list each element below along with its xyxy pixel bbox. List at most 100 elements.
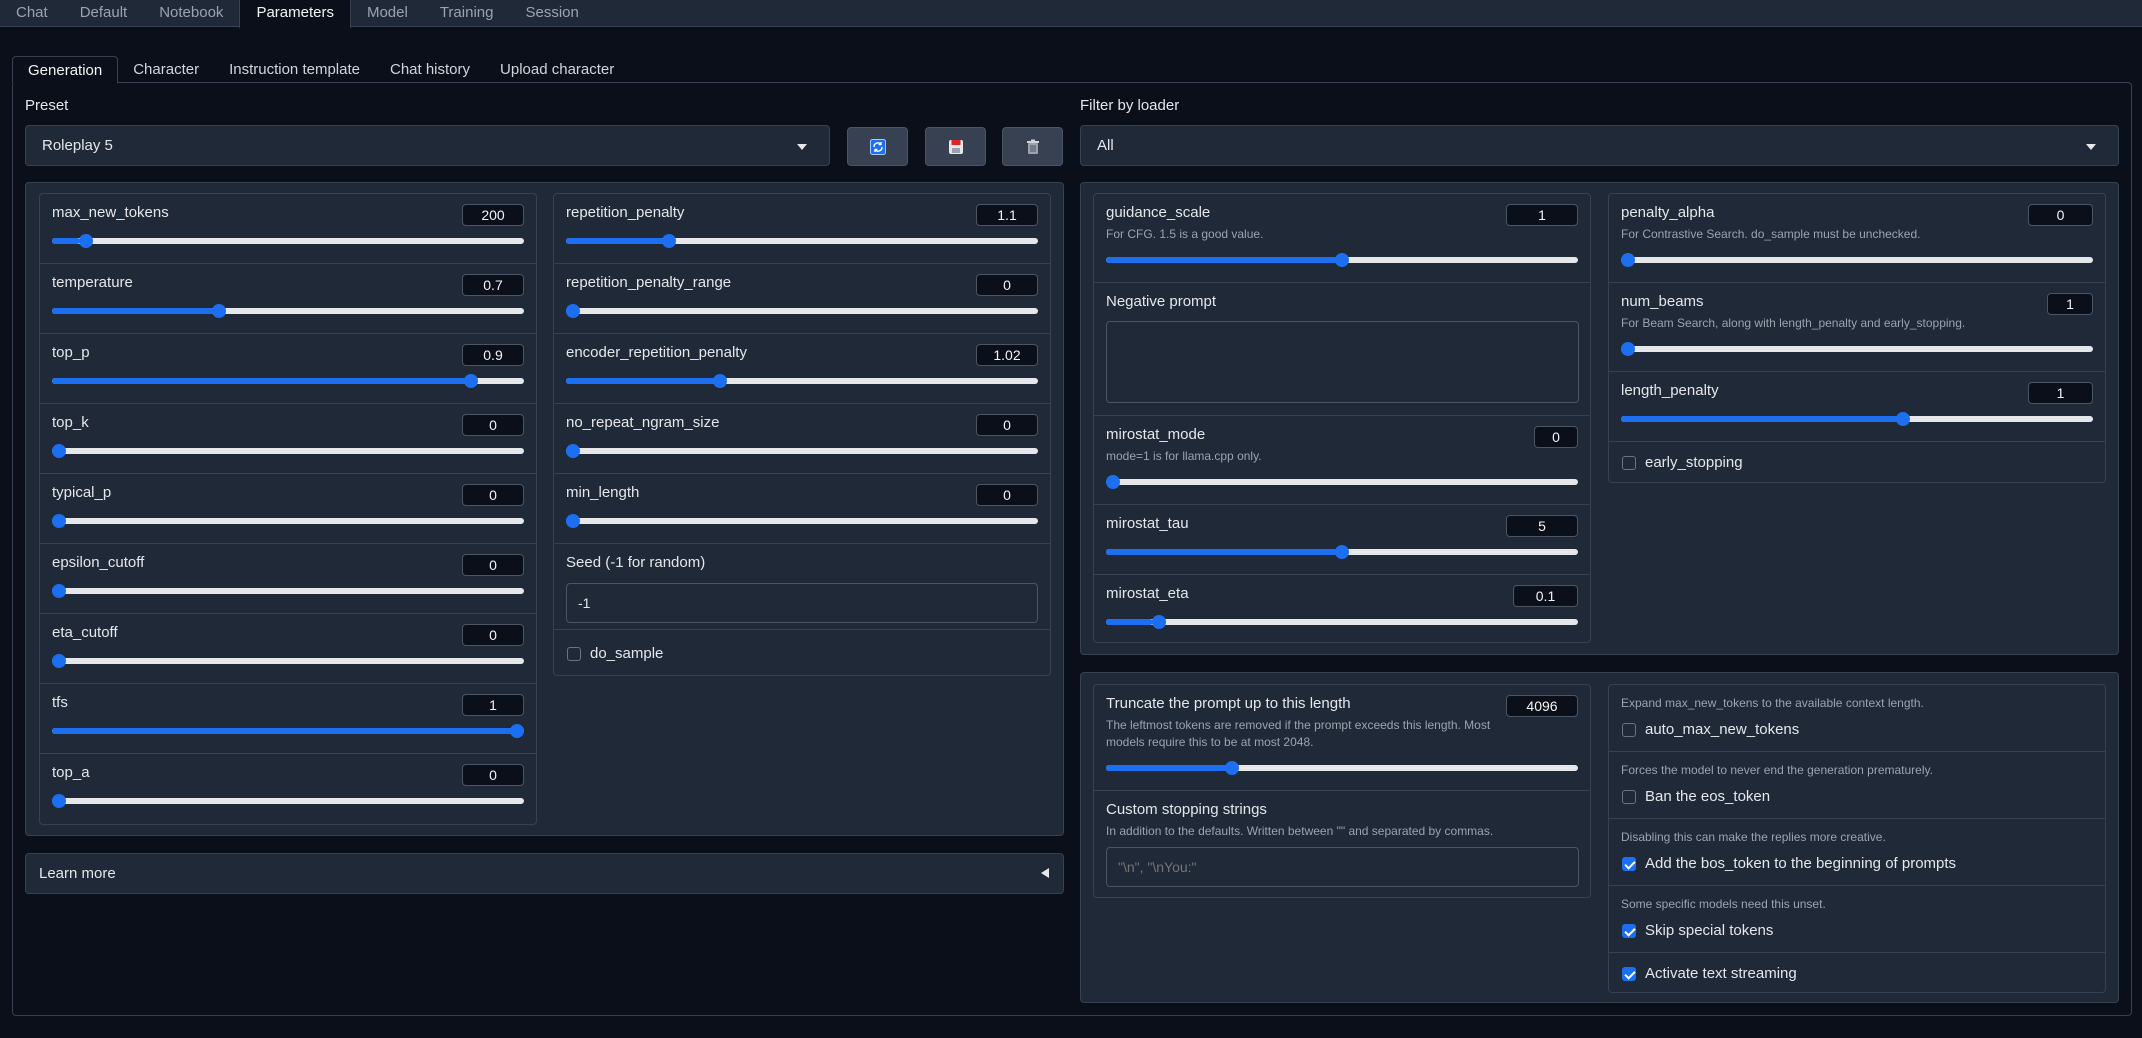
save-preset-button[interactable]	[925, 127, 986, 166]
skip-special-tokens-checkbox[interactable]	[1622, 924, 1636, 938]
learn-more-accordion[interactable]: Learn more	[25, 853, 1064, 894]
typical-p-slider[interactable]	[52, 514, 524, 528]
tab-chat-history[interactable]: Chat history	[375, 56, 485, 83]
tab-instruction-template[interactable]: Instruction template	[214, 56, 375, 83]
epsilon-cutoff-slider[interactable]	[52, 584, 524, 598]
tab-chat[interactable]: Chat	[0, 0, 64, 27]
top-k-input[interactable]: 0	[462, 414, 524, 436]
min-length-row: min_length 0	[554, 474, 1050, 544]
length-penalty-input[interactable]: 1	[2028, 382, 2093, 404]
mirostat-eta-slider[interactable]	[1106, 615, 1578, 629]
tab-upload-character[interactable]: Upload character	[485, 56, 629, 83]
chevron-down-icon	[797, 144, 807, 150]
auto-max-new-tokens-checkbox[interactable]	[1622, 723, 1636, 737]
top-a-input[interactable]: 0	[462, 764, 524, 786]
no-repeat-ngram-size-slider[interactable]	[566, 444, 1038, 458]
eta-cutoff-row: eta_cutoff 0	[40, 614, 536, 684]
mirostat-tau-slider[interactable]	[1106, 545, 1578, 559]
temperature-row: temperature 0.7	[40, 264, 536, 334]
top-p-slider[interactable]	[52, 374, 524, 388]
mirostat-tau-input[interactable]: 5	[1506, 515, 1578, 537]
eta-cutoff-input[interactable]: 0	[462, 624, 524, 646]
temperature-input[interactable]: 0.7	[462, 274, 524, 296]
no-repeat-ngram-size-input[interactable]: 0	[976, 414, 1038, 436]
typical-p-input[interactable]: 0	[462, 484, 524, 506]
guidance-scale-info: For CFG. 1.5 is a good value.	[1106, 227, 1264, 241]
tfs-input[interactable]: 1	[462, 694, 524, 716]
tfs-slider[interactable]	[52, 724, 524, 738]
temperature-slider[interactable]	[52, 304, 524, 318]
top-k-label: top_k	[52, 414, 89, 431]
chevron-down-icon	[2086, 144, 2096, 150]
tab-generation[interactable]: Generation	[12, 56, 119, 84]
learn-more-label: Learn more	[39, 865, 116, 882]
repetition-penalty-slider[interactable]	[566, 234, 1038, 248]
max-new-tokens-slider[interactable]	[52, 234, 524, 248]
mirostat-eta-input[interactable]: 0.1	[1513, 585, 1578, 607]
ban-the-eos-token-checkbox[interactable]	[1622, 790, 1636, 804]
num-beams-input[interactable]: 1	[2047, 293, 2093, 315]
early-stopping-label: early_stopping	[1645, 454, 1743, 471]
penalty-alpha-info: For Contrastive Search. do_sample must b…	[1621, 227, 1921, 241]
tab-parameters[interactable]: Parameters	[239, 0, 351, 28]
filter-label: Filter by loader	[1080, 97, 1180, 114]
sampler-column-2: repetition_penalty 1.1 repetition_penalty_…	[553, 193, 1051, 676]
preset-dropdown[interactable]: Roleplay 5	[25, 125, 830, 166]
num-beams-slider[interactable]	[1621, 342, 2093, 356]
refresh-preset-button[interactable]	[847, 127, 908, 166]
floppy-disk-icon	[948, 139, 963, 154]
truncate-info: The leftmost tokens are removed if the p…	[1106, 718, 1491, 749]
guidance-scale-input[interactable]: 1	[1506, 204, 1578, 226]
guidance-scale-slider[interactable]	[1106, 253, 1578, 267]
repetition-penalty-input[interactable]: 1.1	[976, 204, 1038, 226]
add-the-bos-token-to-the-beginning-of-prompts-checkbox[interactable]	[1622, 857, 1636, 871]
length-penalty-slider[interactable]	[1621, 412, 2093, 426]
truncate-slider[interactable]	[1106, 761, 1578, 775]
temperature-label: temperature	[52, 274, 133, 291]
encoder-repetition-penalty-input[interactable]: 1.02	[976, 344, 1038, 366]
typical-p-label: typical_p	[52, 484, 112, 501]
refresh-icon	[869, 138, 886, 155]
top-a-slider[interactable]	[52, 794, 524, 808]
encoder-repetition-penalty-slider[interactable]	[566, 374, 1038, 388]
tab-character[interactable]: Character	[118, 56, 214, 83]
repetition-penalty-row: repetition_penalty 1.1	[554, 194, 1050, 264]
tab-session[interactable]: Session	[509, 0, 594, 27]
stopping-strings-input[interactable]	[1106, 847, 1579, 887]
eta-cutoff-slider[interactable]	[52, 654, 524, 668]
delete-preset-button[interactable]	[1002, 127, 1063, 166]
penalty-alpha-input[interactable]: 0	[2028, 204, 2093, 226]
top-k-slider[interactable]	[52, 444, 524, 458]
min-length-slider[interactable]	[566, 514, 1038, 528]
activate-text-streaming-checkbox[interactable]	[1622, 967, 1636, 981]
tab-notebook[interactable]: Notebook	[143, 0, 239, 27]
mirostat-mode-input[interactable]: 0	[1534, 426, 1578, 448]
tab-model[interactable]: Model	[351, 0, 424, 27]
penalty-alpha-label: penalty_alpha	[1621, 204, 1715, 221]
filter-dropdown[interactable]: All	[1080, 125, 2119, 166]
stopping-strings-label: Custom stopping strings	[1106, 801, 1267, 818]
skip-special-tokens-label: Skip special tokens	[1645, 922, 1774, 939]
mirostat-tau-label: mirostat_tau	[1106, 515, 1189, 532]
max-new-tokens-input[interactable]: 200	[462, 204, 524, 226]
mirostat-mode-slider[interactable]	[1106, 475, 1578, 489]
tab-default[interactable]: Default	[64, 0, 144, 27]
seed-input[interactable]: -1	[566, 583, 1038, 623]
top-p-input[interactable]: 0.9	[462, 344, 524, 366]
min-length-input[interactable]: 0	[976, 484, 1038, 506]
tab-training[interactable]: Training	[424, 0, 510, 27]
epsilon-cutoff-label: epsilon_cutoff	[52, 554, 145, 571]
do-sample-checkbox[interactable]	[567, 647, 581, 661]
repetition-penalty-range-input[interactable]: 0	[976, 274, 1038, 296]
early-stopping-checkbox[interactable]	[1622, 456, 1636, 470]
truncate-input[interactable]: 4096	[1506, 695, 1578, 717]
repetition-penalty-range-slider[interactable]	[566, 304, 1038, 318]
epsilon-cutoff-input[interactable]: 0	[462, 554, 524, 576]
top-k-row: top_k 0	[40, 404, 536, 474]
num-beams-info: For Beam Search, along with length_penal…	[1621, 316, 1966, 330]
top-a-label: top_a	[52, 764, 90, 781]
tfs-row: tfs 1	[40, 684, 536, 754]
penalty-alpha-slider[interactable]	[1621, 253, 2093, 267]
mirostat-eta-label: mirostat_eta	[1106, 585, 1189, 602]
negative-prompt-input[interactable]	[1106, 321, 1579, 403]
